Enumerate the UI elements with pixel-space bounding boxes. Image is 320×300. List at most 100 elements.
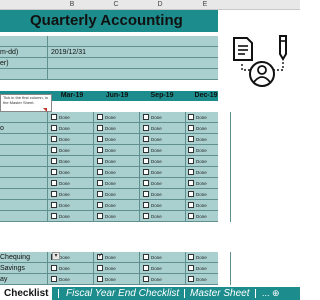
done-checkbox[interactable] [51,114,57,120]
check-cell[interactable]: Done [95,134,140,145]
check-cell[interactable]: Done [186,211,231,222]
check-cell[interactable]: Done [141,167,186,178]
check-cell[interactable]: Done [141,178,186,189]
check-cell[interactable]: Done [186,263,231,274]
check-cell[interactable]: Done [49,123,94,134]
tab-master-sheet[interactable]: Master Sheet [190,287,249,300]
check-cell[interactable]: Done [49,178,94,189]
info-value[interactable] [49,58,218,69]
info-row[interactable] [0,69,218,80]
done-checkbox[interactable] [188,265,194,271]
done-checkbox[interactable] [51,180,57,186]
done-checkbox[interactable] [97,114,103,120]
done-checkbox[interactable] [97,276,103,282]
check-cell[interactable]: Done [95,189,140,200]
check-cell[interactable]: Done [141,211,186,222]
done-checkbox[interactable] [188,202,194,208]
check-cell[interactable]: Done [141,145,186,156]
column-header-b[interactable]: B [62,0,82,10]
done-checkbox[interactable] [97,158,103,164]
done-checkbox[interactable] [143,254,149,260]
done-checkbox[interactable] [188,213,194,219]
check-cell[interactable]: Done [49,189,94,200]
check-cell[interactable]: Done [95,112,140,123]
check-cell[interactable]: Done [141,263,186,274]
done-checkbox[interactable] [51,147,57,153]
check-cell[interactable]: Done [49,112,94,123]
check-cell[interactable]: Done [49,211,94,222]
done-checkbox[interactable] [51,158,57,164]
comment-indicator[interactable] [43,108,47,112]
done-checkbox[interactable] [97,265,103,271]
done-checkbox[interactable] [97,147,103,153]
check-cell[interactable]: Done [95,123,140,134]
done-checkbox[interactable] [51,202,57,208]
done-checkbox[interactable] [188,180,194,186]
check-cell[interactable]: Done [141,123,186,134]
info-value[interactable] [49,36,218,47]
done-checkbox[interactable] [51,276,57,282]
check-cell[interactable]: Done [186,112,231,123]
info-row-date[interactable]: m-dd) 2019/12/31 [0,47,218,58]
done-checkbox[interactable] [143,158,149,164]
done-checkbox[interactable] [51,191,57,197]
check-cell[interactable]: Done [141,252,186,263]
done-checkbox[interactable] [188,136,194,142]
check-cell[interactable]: Done [95,274,140,285]
tab-checklist[interactable]: Checklist [0,287,53,300]
done-checkbox[interactable] [97,191,103,197]
done-checkbox[interactable] [143,180,149,186]
done-checkbox[interactable] [97,180,103,186]
done-checkbox[interactable] [51,125,57,131]
done-checkbox[interactable] [51,136,57,142]
done-checkbox[interactable] [143,265,149,271]
info-row[interactable]: er) [0,58,218,69]
done-checkbox[interactable] [188,169,194,175]
done-checkbox[interactable] [51,213,57,219]
check-cell[interactable]: Done [49,200,94,211]
check-cell[interactable]: Done [95,145,140,156]
done-checkbox[interactable] [188,191,194,197]
done-checkbox[interactable] [143,202,149,208]
check-cell[interactable]: Done [141,274,186,285]
done-checkbox[interactable] [143,191,149,197]
done-checkbox[interactable] [97,169,103,175]
done-checkbox[interactable] [188,158,194,164]
done-checkbox[interactable] [97,213,103,219]
done-checkbox[interactable] [97,125,103,131]
done-checkbox[interactable] [97,252,103,260]
check-cell[interactable]: Done [186,200,231,211]
column-header-e[interactable]: E [195,0,215,10]
check-cell[interactable]: Done [49,145,94,156]
done-checkbox[interactable] [143,114,149,120]
check-cell[interactable]: Done [95,156,140,167]
add-sheet-button[interactable]: ... ⊕ [262,287,280,300]
check-cell[interactable]: Done [95,200,140,211]
done-checkbox[interactable] [188,147,194,153]
done-checkbox[interactable] [143,125,149,131]
check-cell[interactable]: Done [186,252,231,263]
check-cell[interactable]: Done [186,178,231,189]
done-checkbox[interactable] [188,254,194,260]
done-checkbox[interactable] [188,125,194,131]
done-checkbox[interactable] [143,213,149,219]
check-cell[interactable]: Done [186,123,231,134]
check-cell[interactable]: Done [141,156,186,167]
check-cell[interactable]: Done [95,263,140,274]
done-checkbox[interactable] [97,202,103,208]
check-cell[interactable]: Done [95,252,140,263]
check-cell[interactable]: Done [141,189,186,200]
check-cell[interactable]: Done [141,200,186,211]
done-checkbox[interactable] [188,276,194,282]
done-checkbox[interactable] [97,136,103,142]
done-checkbox[interactable] [51,169,57,175]
check-cell[interactable]: Done [186,274,231,285]
tab-fiscal-year-end-checklist[interactable]: Fiscal Year End Checklist [66,287,179,300]
info-row[interactable] [0,36,218,47]
column-header-c[interactable]: C [106,0,126,10]
check-cell[interactable]: Done [186,167,231,178]
check-cell[interactable]: Done [186,134,231,145]
check-cell[interactable]: Done [186,189,231,200]
check-cell[interactable]: Done [49,274,94,285]
check-cell[interactable]: Done [186,145,231,156]
